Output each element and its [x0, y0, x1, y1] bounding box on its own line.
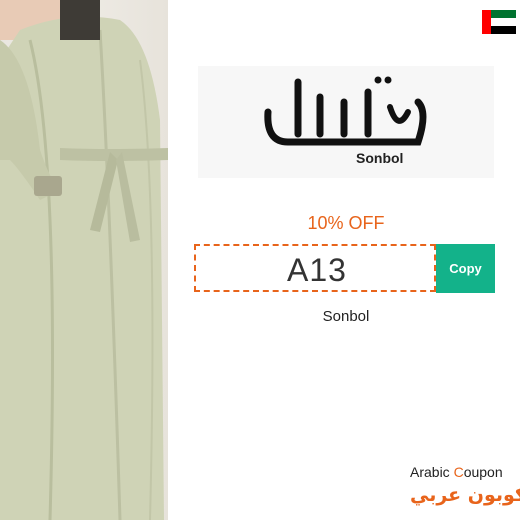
logo-brand-name: Sonbol — [356, 150, 404, 166]
abaya-illustration — [0, 0, 168, 520]
uae-flag-icon — [482, 10, 516, 34]
copy-button[interactable]: Copy — [436, 244, 495, 293]
watermark-prefix: Arabic — [410, 464, 454, 480]
watermark-arabic: كوبون عربي — [410, 484, 520, 506]
product-photo — [0, 0, 168, 520]
watermark-english: Arabic Coupon — [410, 464, 503, 480]
arabic-coupon-watermark: Arabic Coupon كوبون عربي — [410, 464, 520, 508]
coupon-code-box[interactable]: A13 — [194, 244, 436, 292]
watermark-suffix: oupon — [463, 464, 503, 480]
discount-label: 10% OFF — [307, 213, 385, 233]
store-name: Sonbol — [322, 308, 370, 325]
watermark-accent: C — [453, 464, 464, 480]
sonbol-logo-mark — [264, 76, 427, 146]
store-logo: Sonbol — [198, 66, 494, 178]
coupon-code[interactable]: A13 — [196, 246, 438, 294]
